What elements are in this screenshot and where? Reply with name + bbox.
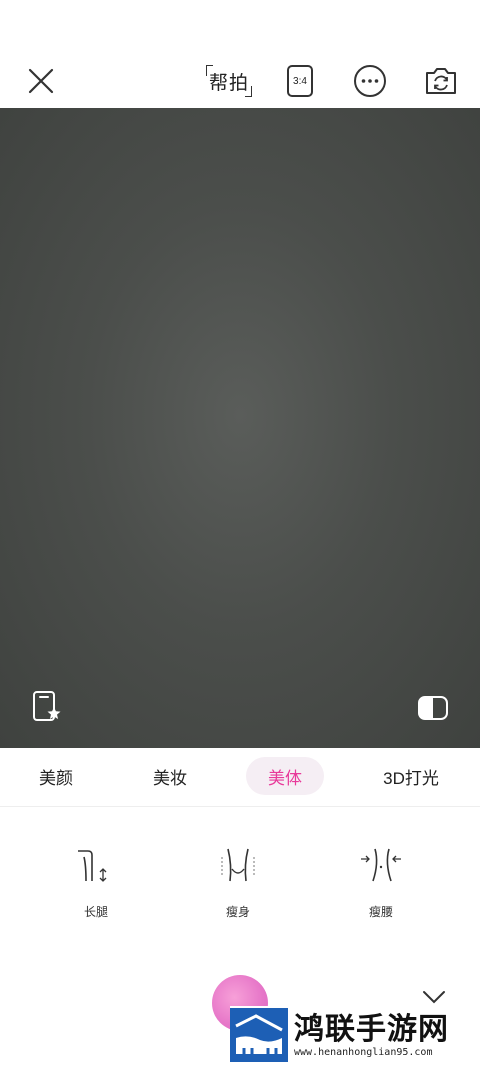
body-tools-panel: 长腿 瘦身 瘦腰 (0, 807, 480, 967)
tab-3d-lighting[interactable]: 3D打光 (370, 757, 452, 795)
close-icon (28, 68, 54, 94)
beauty-category-tabs: 美颜 美妆 美体 3D打光 (0, 748, 480, 807)
camera-flip-icon (426, 68, 456, 94)
compare-icon (418, 696, 448, 720)
aspect-ratio-icon: 3:4 (287, 65, 313, 97)
bracket-left-icon (206, 65, 213, 76)
tool-slim-body[interactable]: 瘦身 (198, 843, 278, 920)
help-shoot-label: 帮拍 (208, 72, 249, 94)
help-shoot-button[interactable]: 帮拍 (198, 62, 260, 100)
long-legs-icon (78, 850, 107, 882)
slim-body-icon (221, 848, 255, 882)
top-bar: 帮拍 3:4 (0, 0, 480, 108)
slim-waist-icon (361, 848, 401, 882)
watermark-url: www.henanhonglian95.com (294, 1046, 433, 1058)
close-button[interactable] (22, 62, 60, 100)
tool-label: 瘦身 (225, 905, 250, 919)
chevron-down-icon (423, 991, 445, 1004)
tab-beauty-face[interactable]: 美颜 (26, 757, 86, 795)
bracket-right-icon (245, 86, 252, 97)
watermark-logo (230, 1008, 288, 1062)
tab-body[interactable]: 美体 (246, 757, 324, 795)
favorite-filter-button[interactable] (30, 690, 64, 724)
aspect-ratio-label: 3:4 (293, 75, 307, 87)
tool-label: 瘦腰 (368, 905, 393, 919)
more-options-button[interactable] (352, 62, 388, 100)
phone-star-icon (33, 691, 61, 721)
camera-viewfinder[interactable] (0, 108, 480, 748)
watermark-text: 鸿联手游网 www.henanhonglian95.com (294, 1011, 449, 1058)
tool-label: 长腿 (83, 905, 108, 919)
compare-button[interactable] (416, 694, 450, 722)
collapse-panel-button[interactable] (416, 988, 452, 1008)
watermark: 鸿联手游网 www.henanhonglian95.com (230, 1006, 470, 1064)
tool-long-legs[interactable]: 长腿 (56, 843, 136, 920)
flip-camera-button[interactable] (422, 62, 460, 100)
watermark-title: 鸿联手游网 (294, 1011, 449, 1047)
tab-makeup[interactable]: 美妆 (140, 757, 200, 795)
aspect-ratio-button[interactable]: 3:4 (284, 62, 316, 100)
tool-slim-waist[interactable]: 瘦腰 (341, 843, 421, 920)
more-icon (354, 65, 386, 97)
bull-logo-icon (230, 1008, 288, 1062)
